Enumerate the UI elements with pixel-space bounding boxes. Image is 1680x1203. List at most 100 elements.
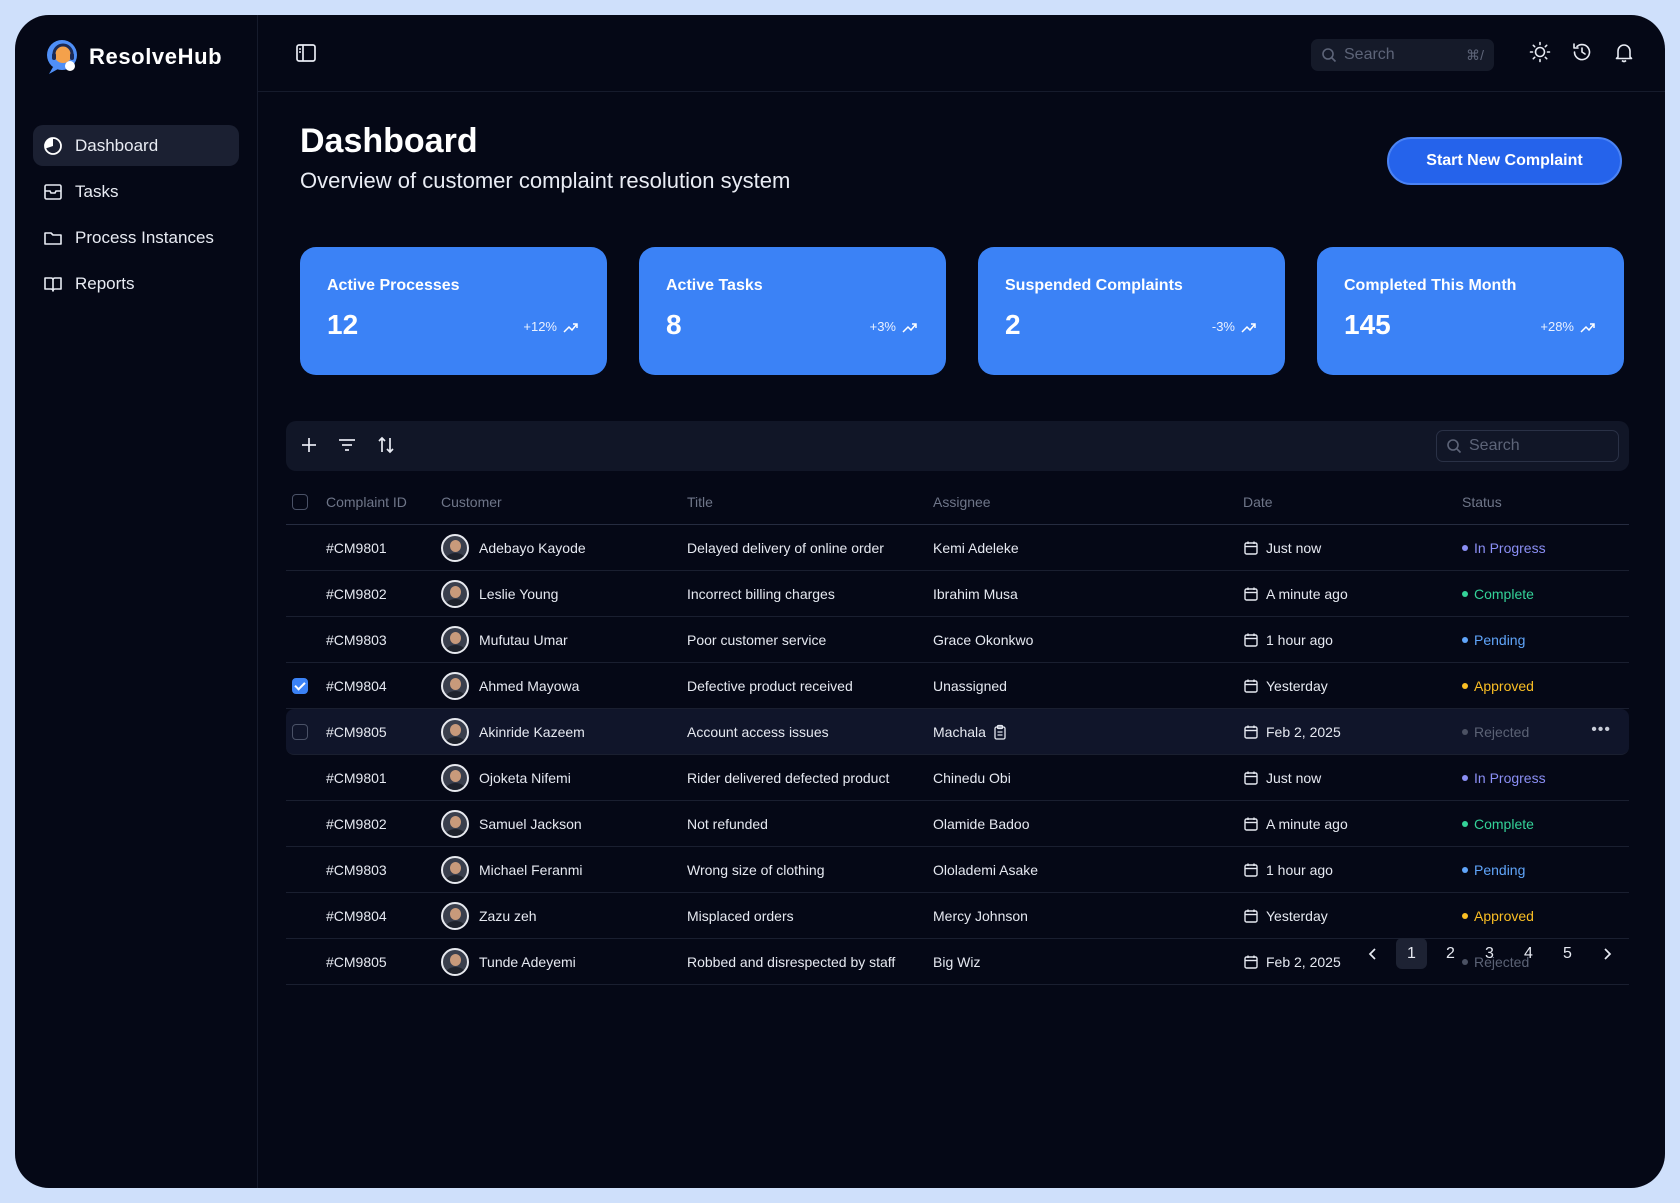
stat-card-suspended-complaints[interactable]: Suspended Complaints 2 -3% <box>978 247 1285 375</box>
assignee-cell: Ololademi Asake <box>933 862 1243 878</box>
assignee-cell: Ibrahim Musa <box>933 586 1243 602</box>
page-button[interactable]: 4 <box>1513 938 1544 969</box>
date-text: A minute ago <box>1266 585 1348 602</box>
date-cell: A minute ago <box>1243 586 1462 602</box>
stat-value: 8 <box>666 309 682 340</box>
avatar <box>441 671 469 700</box>
row-checkbox[interactable] <box>292 723 308 740</box>
complaint-id: #CM9804 <box>326 677 387 694</box>
column-header[interactable]: Assignee <box>933 494 1243 510</box>
assignee-name: Chinedu Obi <box>933 769 1011 786</box>
brand-name: ResolveHub <box>89 44 223 69</box>
stat-card-active-tasks[interactable]: Active Tasks 8 +3% <box>639 247 946 375</box>
table-row[interactable]: #CM9803 Mufutau Umar Poor customer service… <box>286 617 1629 663</box>
prev-page-button[interactable] <box>1357 938 1388 969</box>
global-search-input[interactable]: Search ⌘/ <box>1311 39 1494 71</box>
sidebar-item-process-instances[interactable]: Process Instances <box>33 217 239 258</box>
status-badge: Complete <box>1462 586 1629 602</box>
sidebar-nav: Dashboard Tasks Process Instances Report… <box>33 125 239 309</box>
customer-name: Michael Feranmi <box>479 861 583 878</box>
table-row[interactable]: #CM9805 Akinride Kazeem Account access iss… <box>286 709 1629 755</box>
sidebar-item-tasks[interactable]: Tasks <box>33 171 239 212</box>
date-cell: 1 hour ago <box>1243 862 1462 878</box>
assignee-cell: Big Wiz <box>933 954 1243 970</box>
stat-value: 12 <box>327 309 359 340</box>
table-search-placeholder: Search <box>1469 437 1520 454</box>
row-more-actions-button[interactable]: ••• <box>1591 721 1611 739</box>
column-header[interactable]: Complaint ID <box>326 494 441 510</box>
customer-cell: Akinride Kazeem <box>441 717 687 746</box>
stat-trend-value: +12% <box>523 319 557 334</box>
table-row[interactable]: #CM9802 Samuel Jackson Not refunded Olamide… <box>286 801 1629 847</box>
table-row[interactable]: #CM9804 Zazu zeh Misplaced orders Mercy Joh… <box>286 893 1629 939</box>
table-header: Complaint ID Customer Title Assignee Dat… <box>286 479 1629 525</box>
status-text: Pending <box>1474 631 1526 648</box>
sidebar-item-reports[interactable]: Reports <box>33 263 239 304</box>
table-row[interactable]: #CM9802 Leslie Young Incorrect billing cha… <box>286 571 1629 617</box>
assignee-name: Big Wiz <box>933 953 981 970</box>
column-header[interactable]: Date <box>1243 494 1462 510</box>
complaint-title: Not refunded <box>687 815 768 832</box>
start-new-complaint-button[interactable]: Start New Complaint <box>1387 137 1622 185</box>
bell-icon[interactable] <box>1613 41 1635 63</box>
status-badge: Pending <box>1462 862 1629 878</box>
assignee-name: Kemi Adeleke <box>933 539 1019 556</box>
page-button[interactable]: 2 <box>1435 938 1466 969</box>
stat-value: 2 <box>1005 309 1021 340</box>
table-row[interactable]: #CM9801 Ojoketa Nifemi Rider delivered def… <box>286 755 1629 801</box>
column-header[interactable]: Title <box>687 494 933 510</box>
status-badge: In Progress <box>1462 540 1629 556</box>
history-icon[interactable] <box>1571 41 1593 63</box>
calendar-icon <box>1244 771 1258 785</box>
page-button[interactable]: 5 <box>1552 938 1583 969</box>
brand[interactable]: ResolveHub <box>43 37 222 77</box>
status-badge: Complete <box>1462 816 1629 832</box>
add-icon[interactable] <box>298 434 320 456</box>
stat-trend-value: +3% <box>869 319 896 334</box>
page-button[interactable]: 1 <box>1396 938 1427 969</box>
clipboard-icon[interactable] <box>992 724 1008 740</box>
search-shortcut: ⌘/ <box>1466 46 1484 63</box>
app-window: ResolveHub Dashboard Tasks Process Insta… <box>15 15 1665 1188</box>
select-all-checkbox[interactable] <box>292 493 308 510</box>
date-cell: Just now <box>1243 770 1462 786</box>
status-text: Complete <box>1474 815 1534 832</box>
customer-name: Ojoketa Nifemi <box>479 769 571 786</box>
column-header[interactable]: Customer <box>441 494 687 510</box>
avatar <box>441 717 469 746</box>
table-row[interactable]: #CM9804 Ahmed Mayowa Defective product rec… <box>286 663 1629 709</box>
table-row[interactable]: #CM9803 Michael Feranmi Wrong size of clot… <box>286 847 1629 893</box>
sun-icon[interactable] <box>1529 41 1551 63</box>
assignee-cell: Machala <box>933 724 1243 740</box>
page-button[interactable]: 3 <box>1474 938 1505 969</box>
sidebar-item-dashboard[interactable]: Dashboard <box>33 125 239 166</box>
row-checkbox[interactable] <box>292 677 308 694</box>
filter-icon[interactable] <box>336 434 358 456</box>
stat-trend-value: -3% <box>1211 319 1235 334</box>
status-text: Approved <box>1474 677 1534 694</box>
next-page-button[interactable] <box>1591 938 1622 969</box>
trend-up-icon <box>563 322 578 333</box>
table-body: #CM9801 Adebayo Kayode Delayed delivery of… <box>286 525 1629 985</box>
sidebar-toggle-icon[interactable] <box>294 41 318 65</box>
avatar <box>441 855 469 884</box>
topbar: Search ⌘/ <box>258 15 1665 92</box>
calendar-icon <box>1244 909 1258 923</box>
chevron-right-icon <box>1603 947 1611 960</box>
assignee-cell: Mercy Johnson <box>933 908 1243 924</box>
table-row[interactable]: #CM9801 Adebayo Kayode Delayed delivery of… <box>286 525 1629 571</box>
avatar <box>441 579 469 608</box>
calendar-icon <box>1244 541 1258 555</box>
stat-trend: +12% <box>523 319 579 334</box>
stat-card-active-processes[interactable]: Active Processes 12 +12% <box>300 247 607 375</box>
table-search-input[interactable]: Search <box>1436 430 1619 462</box>
sort-icon[interactable] <box>375 434 397 456</box>
date-text: Yesterday <box>1266 907 1328 924</box>
assignee-name: Mercy Johnson <box>933 907 1028 924</box>
status-dot <box>1462 636 1468 643</box>
column-header[interactable]: Status <box>1462 494 1629 510</box>
customer-cell: Mufutau Umar <box>441 625 687 654</box>
stat-card-completed-this-month[interactable]: Completed This Month 145 +28% <box>1317 247 1624 375</box>
assignee-cell: Olamide Badoo <box>933 816 1243 832</box>
complaint-title: Robbed and disrespected by staff <box>687 953 896 970</box>
